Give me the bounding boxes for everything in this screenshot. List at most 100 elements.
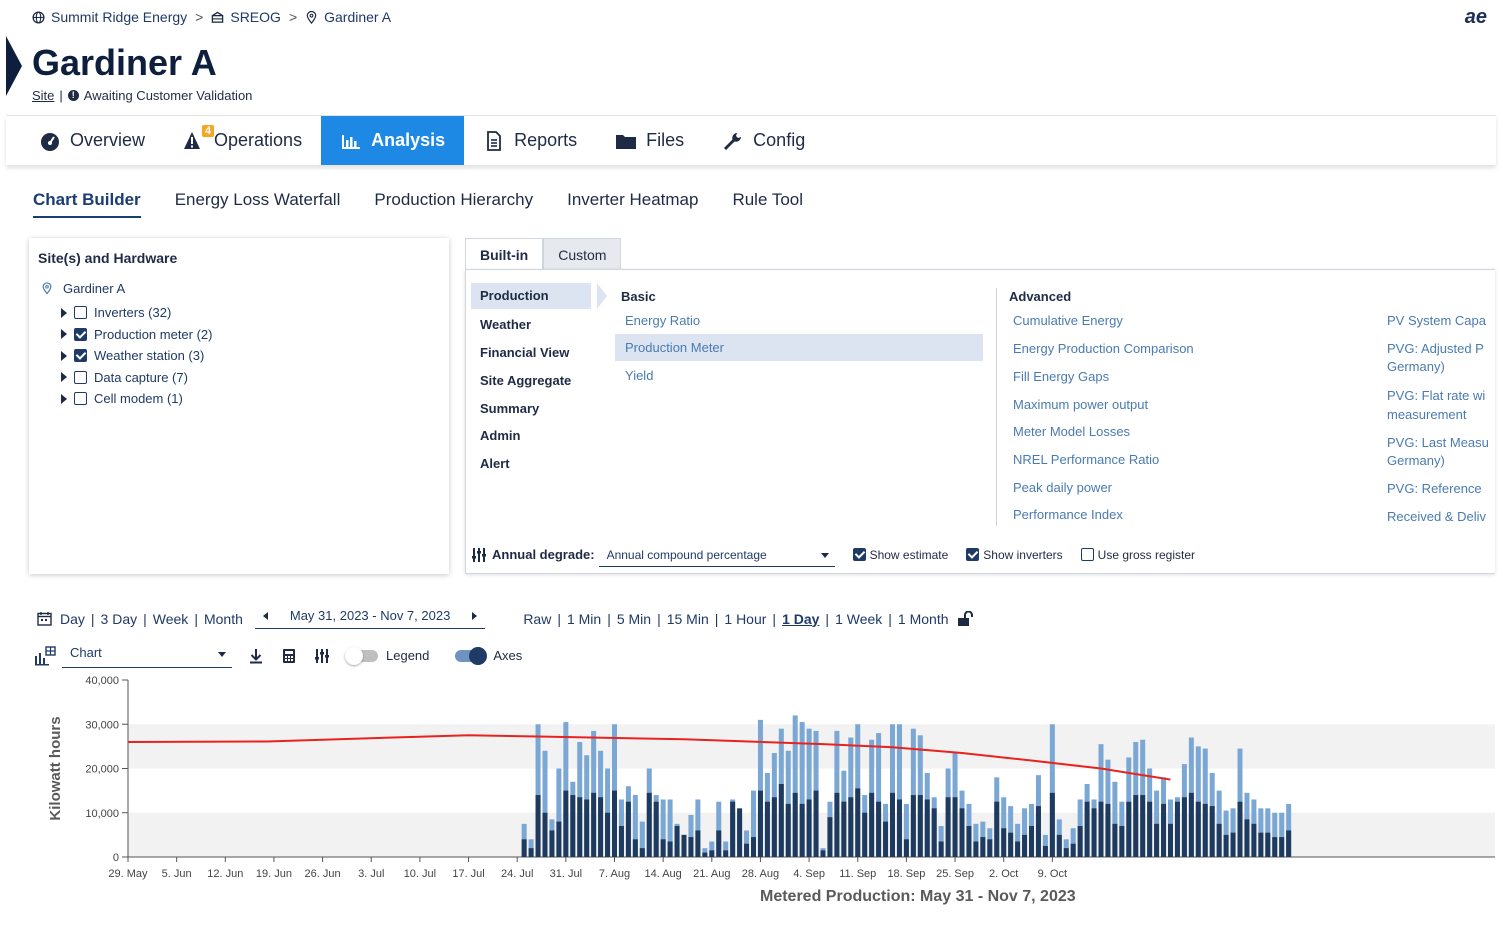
range-3-day[interactable]: 3 Day	[101, 611, 138, 627]
breadcrumb-portfolio[interactable]: SREOG	[230, 9, 281, 25]
chart-pvg-adjusted-line2[interactable]: Germany)	[1387, 359, 1445, 374]
production-chart[interactable]: 0 10,000 20,000 30,000 40,000 Kilowatt hours 2…	[40, 668, 1495, 918]
interval-5-min[interactable]: 5 Min	[617, 611, 651, 627]
axes-toggle[interactable]	[455, 646, 488, 665]
chart-energy-production-comparison[interactable]: Energy Production Comparison	[1013, 341, 1194, 356]
chart-received-delivered[interactable]: Received & Deliv	[1387, 509, 1486, 524]
use-gross-register-option[interactable]: Use gross register	[1080, 548, 1195, 562]
expand-arrow-icon[interactable]	[61, 350, 67, 361]
legend-toggle[interactable]	[345, 646, 378, 665]
tab-production-hierarchy[interactable]: Production Hierarchy	[374, 190, 533, 218]
annual-degrade-select[interactable]: Annual compound percentage	[598, 542, 835, 567]
checkbox[interactable]	[74, 306, 87, 320]
calculator-icon[interactable]	[282, 648, 296, 664]
previous-range-icon[interactable]	[262, 611, 268, 620]
category-financial-view[interactable]: Financial View	[471, 345, 569, 360]
checkbox[interactable]	[74, 327, 87, 341]
toggle-knob	[345, 646, 363, 665]
tab-energy-loss-waterfall[interactable]: Energy Loss Waterfall	[175, 190, 341, 218]
bar-meter-secondary	[966, 826, 972, 857]
range-week[interactable]: Week	[153, 611, 189, 627]
divider: |	[143, 610, 147, 627]
checkbox[interactable]	[74, 370, 87, 384]
bar-meter-secondary	[1258, 832, 1264, 857]
checkbox[interactable]	[74, 392, 87, 406]
checkbox[interactable]	[966, 548, 980, 561]
chart-pvg-last-measured[interactable]: PVG: Last Measu	[1387, 435, 1489, 450]
download-icon[interactable]	[248, 648, 264, 664]
checkbox[interactable]	[74, 349, 87, 363]
chart-maximum-power-output[interactable]: Maximum power output	[1013, 397, 1148, 412]
nav-files[interactable]: Files	[596, 116, 703, 165]
category-alert[interactable]: Alert	[471, 456, 510, 471]
category-summary[interactable]: Summary	[471, 401, 539, 416]
tab-chart-builder[interactable]: Chart Builder	[33, 190, 141, 218]
nav-reports[interactable]: Reports	[464, 116, 596, 165]
expand-arrow-icon[interactable]	[61, 329, 67, 340]
chart-cumulative-energy[interactable]: Cumulative Energy	[1013, 313, 1123, 328]
checkbox[interactable]	[852, 548, 866, 561]
nav-operations[interactable]: 4 Operations	[164, 116, 321, 165]
tab-custom[interactable]: Custom	[543, 238, 622, 271]
chart-pvg-reference[interactable]: PVG: Reference	[1387, 481, 1482, 496]
tree-item-inverters[interactable]: Inverters (32)	[61, 302, 213, 324]
tab-inverter-heatmap[interactable]: Inverter Heatmap	[567, 190, 698, 218]
chart-performance-index[interactable]: Performance Index	[1013, 507, 1123, 522]
chart-pv-system-capacity[interactable]: PV System Capa	[1387, 313, 1486, 328]
chart-meter-model-losses[interactable]: Meter Model Losses	[1013, 424, 1130, 439]
show-inverters-option[interactable]: Show inverters	[966, 548, 1063, 562]
chart-pvg-flat-rate[interactable]: PVG: Flat rate wi	[1387, 388, 1485, 403]
chart-nrel-performance-ratio[interactable]: NREL Performance Ratio	[1013, 452, 1159, 467]
category-production[interactable]: Production	[471, 283, 591, 309]
nav-analysis[interactable]: Analysis	[321, 116, 465, 165]
chart-yield[interactable]: Yield	[625, 368, 653, 383]
sliders-icon[interactable]	[314, 648, 330, 664]
chart-peak-daily-power[interactable]: Peak daily power	[1013, 480, 1112, 495]
interval-1-min[interactable]: 1 Min	[567, 611, 601, 627]
nav-overview[interactable]: Overview	[6, 116, 164, 165]
date-range-picker[interactable]: May 31, 2023 - Nov 7, 2023	[254, 608, 486, 629]
show-estimate-option[interactable]: Show estimate	[852, 548, 948, 562]
tree-item-cell-modem[interactable]: Cell modem (1)	[61, 388, 213, 410]
interval-1-hour[interactable]: 1 Hour	[724, 611, 766, 627]
chart-pvg-last-measured-line2[interactable]: Germany)	[1387, 453, 1445, 468]
unlock-icon[interactable]	[957, 610, 975, 627]
tree-item-data-capture[interactable]: Data capture (7)	[61, 367, 213, 389]
next-range-icon[interactable]	[472, 611, 478, 620]
tab-built-in[interactable]: Built-in	[465, 238, 544, 271]
chart-pvg-flat-rate-line2[interactable]: measurement	[1387, 407, 1466, 422]
expand-arrow-icon[interactable]	[61, 307, 67, 318]
interval-1-day[interactable]: 1 Day	[782, 611, 819, 627]
tree-root-site[interactable]: Gardiner A	[41, 281, 125, 296]
brand-logo[interactable]: ae	[1465, 6, 1487, 29]
range-day[interactable]: Day	[60, 611, 85, 627]
chart-energy-ratio[interactable]: Energy Ratio	[625, 313, 700, 328]
interval-1-week[interactable]: 1 Week	[835, 611, 882, 627]
bar-meter-secondary	[653, 801, 659, 857]
bar-meter-secondary	[723, 850, 729, 857]
expand-arrow-icon[interactable]	[61, 372, 67, 383]
range-month[interactable]: Month	[204, 611, 243, 627]
page-title: Gardiner A	[32, 42, 217, 83]
interval-1-month[interactable]: 1 Month	[898, 611, 949, 627]
category-weather[interactable]: Weather	[471, 317, 531, 332]
chart-fill-energy-gaps[interactable]: Fill Energy Gaps	[1013, 369, 1109, 384]
chart-production-meter[interactable]: Production Meter	[615, 334, 983, 361]
tree-item-weather-station[interactable]: Weather station (3)	[61, 345, 213, 367]
interval-15-min[interactable]: 15 Min	[667, 611, 709, 627]
breadcrumb-site[interactable]: Gardiner A	[324, 9, 391, 25]
category-site-aggregate[interactable]: Site Aggregate	[471, 373, 571, 388]
expand-arrow-icon[interactable]	[61, 393, 67, 404]
breadcrumb-company[interactable]: Summit Ridge Energy	[51, 9, 187, 25]
bar-meter-secondary	[1119, 826, 1125, 857]
checkbox[interactable]	[1080, 548, 1094, 561]
x-tick-label: 17. Jul	[452, 868, 484, 880]
interval-raw[interactable]: Raw	[523, 611, 551, 627]
bar-meter-secondary	[1223, 834, 1229, 857]
nav-config[interactable]: Config	[703, 116, 824, 165]
tree-item-production-meter[interactable]: Production meter (2)	[61, 324, 213, 346]
tab-rule-tool[interactable]: Rule Tool	[732, 190, 803, 218]
category-admin[interactable]: Admin	[471, 428, 520, 443]
chart-pvg-adjusted[interactable]: PVG: Adjusted P	[1387, 341, 1484, 356]
chart-select[interactable]: Chart	[62, 643, 232, 668]
